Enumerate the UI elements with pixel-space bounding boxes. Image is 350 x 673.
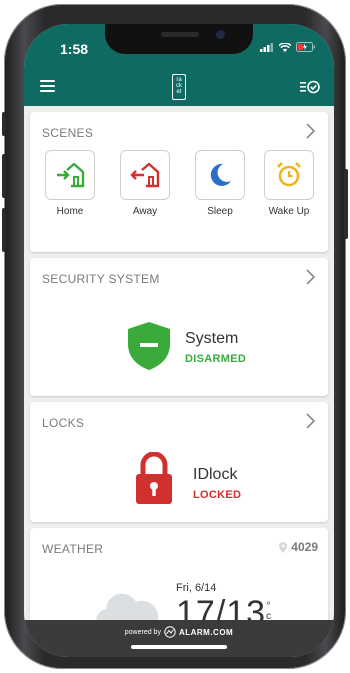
weather-title: WEATHER bbox=[42, 542, 104, 556]
status-time: 1:58 bbox=[60, 41, 89, 57]
weather-temps: 17/13 bbox=[176, 594, 267, 620]
security-card[interactable]: SECURITY SYSTEM System DISARMED bbox=[30, 258, 328, 396]
home-leave-icon bbox=[130, 162, 160, 188]
powered-by-label: powered by bbox=[124, 628, 161, 636]
security-status: System DISARMED bbox=[185, 330, 246, 365]
chevron-right-icon[interactable] bbox=[304, 268, 316, 286]
chevron-right-icon[interactable] bbox=[304, 122, 316, 140]
alarm-com-logo-icon bbox=[164, 626, 176, 638]
unit-letter: c bbox=[266, 611, 271, 621]
alarm-clock-icon bbox=[277, 162, 301, 187]
weather-card[interactable]: WEATHER 4029 Fri, 6/14 17/13 ° c bbox=[30, 528, 328, 620]
volume-up-button bbox=[2, 154, 6, 198]
notch bbox=[105, 24, 253, 54]
chevron-right-icon[interactable] bbox=[304, 412, 316, 430]
footer-bar: powered by ALARM.COM bbox=[24, 620, 334, 657]
scene-label: Home bbox=[56, 206, 84, 217]
security-system-name: System bbox=[185, 330, 239, 347]
padlock-locked-icon bbox=[136, 452, 172, 504]
scene-label: Away bbox=[132, 206, 158, 217]
lock-state: LOCKED bbox=[193, 489, 242, 501]
mute-switch bbox=[2, 112, 6, 136]
shield-disarmed-icon bbox=[128, 322, 170, 370]
weather-location: 4029 bbox=[279, 540, 318, 554]
scene-home[interactable]: Home bbox=[44, 150, 96, 217]
lock-name: IDlock bbox=[193, 466, 238, 483]
security-state: DISARMED bbox=[185, 353, 247, 365]
phone-frame: 1:58 ra ck et SCENES Home Away Sleep Wak… bbox=[2, 4, 348, 669]
temp-unit: ° c bbox=[266, 602, 271, 621]
scene-sleep[interactable]: Sleep bbox=[194, 150, 246, 217]
battery-icon bbox=[296, 42, 315, 52]
volume-down-button bbox=[2, 208, 6, 252]
side-button bbox=[344, 169, 348, 239]
locks-card[interactable]: LOCKS IDlock LOCKED bbox=[30, 402, 328, 522]
app-logo: ra ck et bbox=[172, 74, 186, 100]
home-indicator[interactable] bbox=[131, 645, 227, 649]
scene-wake-up[interactable]: Wake Up bbox=[262, 150, 316, 217]
signal-icon bbox=[260, 42, 273, 52]
task-list-check-icon[interactable] bbox=[300, 78, 320, 96]
wifi-icon bbox=[279, 42, 291, 52]
powered-by: powered by ALARM.COM bbox=[24, 626, 334, 638]
scene-label: Wake Up bbox=[268, 206, 310, 217]
hamburger-menu-icon[interactable] bbox=[40, 80, 55, 92]
lock-status: IDlock LOCKED bbox=[193, 466, 241, 501]
brand-name: ALARM.COM bbox=[178, 627, 234, 637]
locks-title: LOCKS bbox=[42, 416, 85, 430]
rain-cloud-icon bbox=[96, 593, 159, 620]
location-pin-icon bbox=[279, 541, 288, 553]
dashboard: SCENES Home Away Sleep Wake Up SECURITY … bbox=[24, 106, 334, 620]
scene-away[interactable]: Away bbox=[119, 150, 171, 217]
moon-icon bbox=[210, 163, 231, 186]
location-code: 4029 bbox=[291, 540, 318, 554]
scenes-card: SCENES Home Away Sleep Wake Up bbox=[30, 112, 328, 252]
scene-label: Sleep bbox=[207, 206, 233, 217]
app-header: ra ck et bbox=[24, 68, 334, 106]
weather-date: Fri, 6/14 bbox=[176, 582, 217, 594]
security-title: SECURITY SYSTEM bbox=[42, 272, 160, 286]
screen: 1:58 ra ck et SCENES Home Away Sleep Wak… bbox=[24, 24, 334, 657]
scenes-title: SCENES bbox=[42, 126, 94, 140]
home-arrive-icon bbox=[57, 162, 85, 188]
